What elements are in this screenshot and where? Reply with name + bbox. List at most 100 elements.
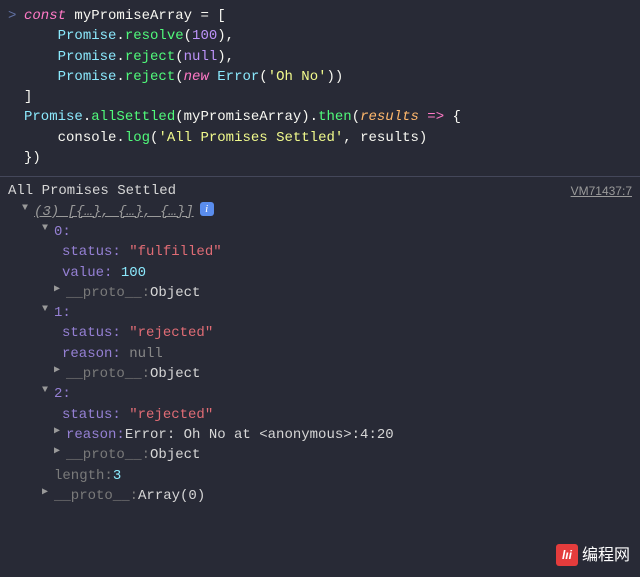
proto-key: __proto__:: [54, 486, 138, 506]
index-key: 0:: [54, 222, 71, 242]
disclosure-right-icon[interactable]: [54, 445, 64, 460]
prop-value: 100: [121, 263, 146, 283]
info-icon[interactable]: i: [200, 202, 214, 216]
class-promise: Promise: [24, 109, 83, 125]
pad: [24, 28, 58, 44]
object-property-row: status: "rejected": [8, 323, 632, 343]
proto-key: __proto__:: [66, 283, 150, 303]
open: (: [184, 28, 192, 44]
kw-const: const: [24, 8, 66, 24]
log-message: All Promises Settled: [8, 181, 176, 201]
param-results: results: [360, 109, 419, 125]
prop-key: status:: [62, 323, 121, 343]
str-ohno: 'Oh No': [268, 69, 327, 85]
proto-row[interactable]: __proto__: Object: [8, 445, 632, 465]
proto-row[interactable]: __proto__: Object: [8, 283, 632, 303]
brace: {: [453, 109, 461, 125]
object-property-row: value: 100: [8, 263, 632, 283]
open: (: [175, 49, 183, 65]
close-bracket: ]: [24, 89, 32, 105]
length-value: 3: [113, 466, 121, 486]
proto-value: Object: [150, 283, 200, 303]
object-property-row: reason: null: [8, 344, 632, 364]
proto-value: Object: [150, 364, 200, 384]
fn-reject: reject: [125, 69, 175, 85]
proto-key: __proto__:: [66, 445, 150, 465]
disclosure-right-icon[interactable]: [42, 486, 52, 501]
prop-key: reason:: [62, 344, 121, 364]
object-property-row: status: "rejected": [8, 405, 632, 425]
open: (: [259, 69, 267, 85]
disclosure-down-icon[interactable]: [42, 303, 52, 318]
watermark-text: 编程网: [582, 544, 630, 567]
equals-bracket: = [: [200, 8, 225, 24]
console-input-block: > const myPromiseArray = [ Promise.resol…: [0, 6, 640, 174]
watermark-logo-icon: lıi: [556, 544, 578, 566]
disclosure-right-icon[interactable]: [54, 283, 64, 298]
arg: results: [360, 130, 419, 146]
array-preview: (3) [{…}, {…}, {…}]: [34, 202, 194, 222]
prop-value: Error: Oh No at <anonymous>:4:20: [125, 425, 394, 445]
object-index-row[interactable]: 2:: [8, 384, 632, 404]
str: 'All Promises Settled': [158, 130, 343, 146]
disclosure-down-icon[interactable]: [22, 202, 32, 217]
array-summary-row[interactable]: (3) [{…}, {…}, {…}] i: [8, 202, 632, 222]
prop-value: "rejected": [129, 323, 213, 343]
source-link[interactable]: VM71437:7: [571, 183, 632, 200]
pad: [24, 49, 58, 65]
open: (: [352, 109, 360, 125]
proto-key: __proto__:: [66, 364, 150, 384]
object-index-row[interactable]: 1:: [8, 303, 632, 323]
disclosure-down-icon[interactable]: [42, 384, 52, 399]
index-key: 2:: [54, 384, 71, 404]
fn-then: then: [318, 109, 352, 125]
fn-log: log: [125, 130, 150, 146]
open: (: [175, 109, 183, 125]
prop-key: status:: [62, 405, 121, 425]
devtools-console: > const myPromiseArray = [ Promise.resol…: [0, 0, 640, 506]
arg: myPromiseArray: [184, 109, 302, 125]
dot: .: [116, 130, 124, 146]
open: (: [175, 69, 183, 85]
proto-row[interactable]: __proto__: Object: [8, 364, 632, 384]
console-log-block: All Promises Settled VM71437:7 (3) [{…},…: [0, 181, 640, 506]
prop-key: status:: [62, 242, 121, 262]
close: ): [419, 130, 427, 146]
fn-resolve: resolve: [125, 28, 184, 44]
input-chevron-icon: >: [8, 6, 24, 168]
dot: .: [116, 28, 124, 44]
index-key: 1:: [54, 303, 71, 323]
prop-value: "rejected": [129, 405, 213, 425]
num-100: 100: [192, 28, 217, 44]
close: ),: [217, 28, 234, 44]
proto-value: Array(0): [138, 486, 205, 506]
close: ): [335, 69, 343, 85]
arrow: =>: [419, 109, 453, 125]
prop-value: "fulfilled": [129, 242, 221, 262]
console-obj: console: [58, 130, 117, 146]
close: ): [327, 69, 335, 85]
length-row: length: 3: [8, 466, 632, 486]
object-property-row: status: "fulfilled": [8, 242, 632, 262]
object-property-row[interactable]: reason: Error: Oh No at <anonymous>:4:20: [8, 425, 632, 445]
dot: .: [83, 109, 91, 125]
disclosure-down-icon[interactable]: [42, 222, 52, 237]
prop-key: value:: [62, 263, 112, 283]
proto-row[interactable]: __proto__: Array(0): [8, 486, 632, 506]
proto-value: Object: [150, 445, 200, 465]
object-index-row[interactable]: 0:: [8, 222, 632, 242]
watermark: lıi 编程网: [556, 544, 630, 567]
prop-key: reason:: [66, 425, 125, 445]
disclosure-right-icon[interactable]: [54, 425, 64, 440]
fn-allsettled: allSettled: [91, 109, 175, 125]
close: ).: [301, 109, 318, 125]
close: ),: [217, 49, 234, 65]
code-source[interactable]: const myPromiseArray = [ Promise.resolve…: [24, 6, 461, 168]
class-promise: Promise: [58, 28, 117, 44]
close-brace: }): [24, 150, 41, 166]
class-error: Error: [217, 69, 259, 85]
fn-reject: reject: [125, 49, 175, 65]
null: null: [184, 49, 218, 65]
disclosure-right-icon[interactable]: [54, 364, 64, 379]
comma: ,: [343, 130, 360, 146]
